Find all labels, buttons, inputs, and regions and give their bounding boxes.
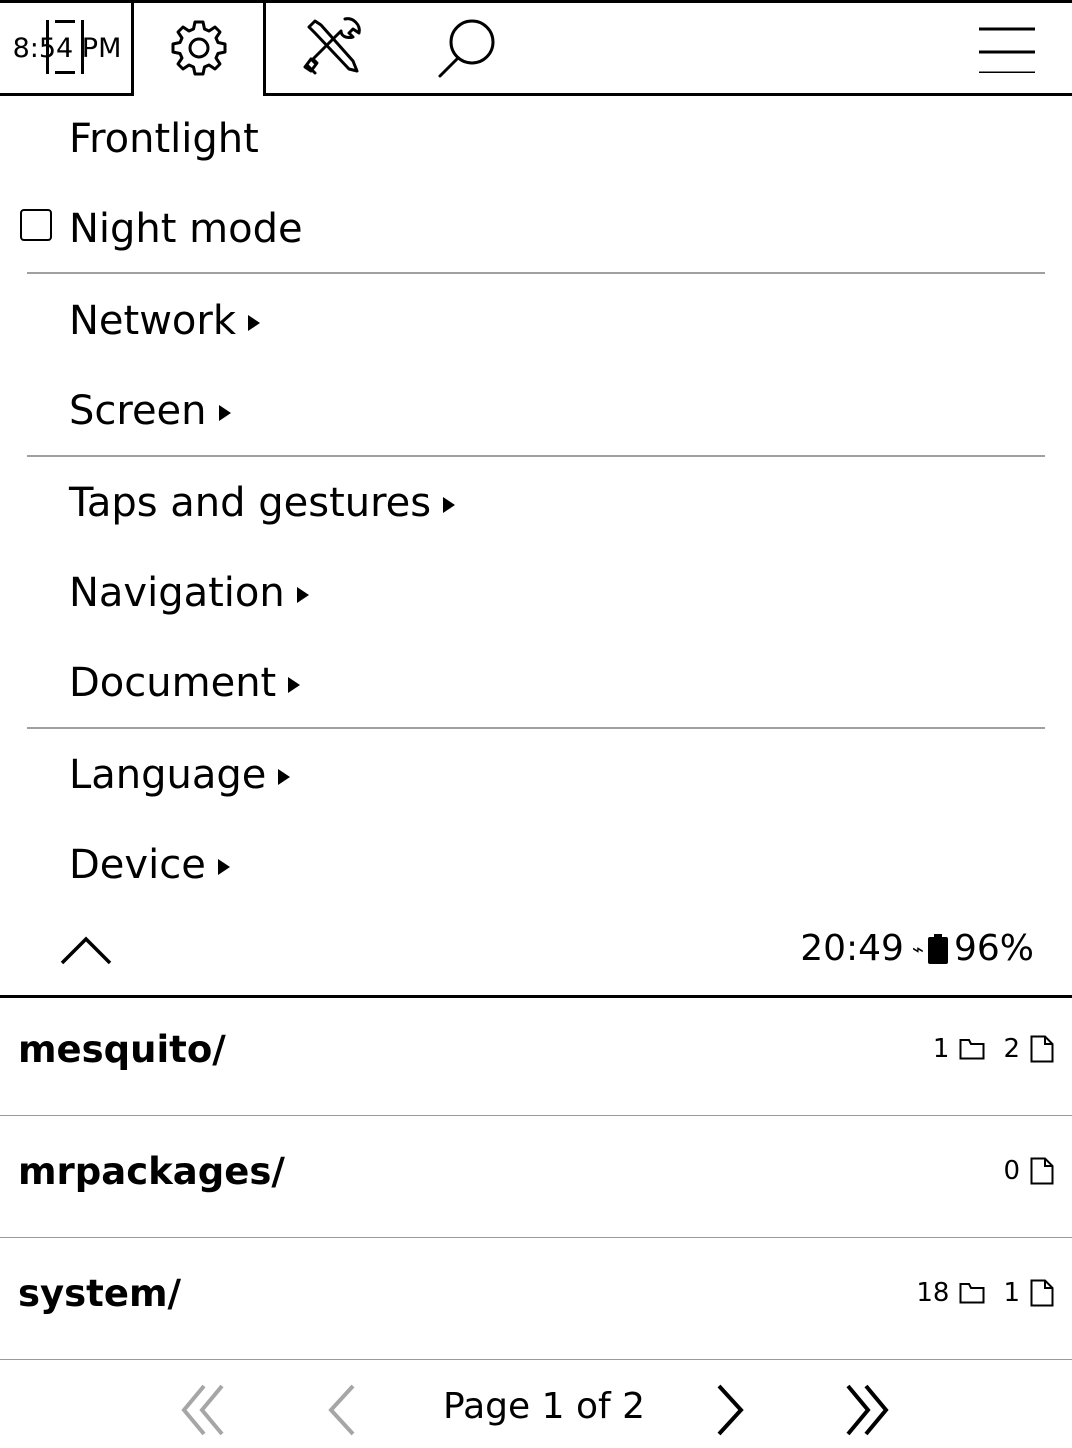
menu-item-label: Navigation [69,573,309,613]
battery-icon [927,933,948,964]
tab-settings[interactable] [134,3,263,93]
menu-item-navigation[interactable]: Navigation [0,548,1072,638]
folder-counts: 1 2 [933,1034,1054,1064]
chevron-left-icon [328,1384,355,1436]
language-label: Language [69,752,267,798]
folder-name: mesquito/ [18,1028,226,1071]
tab-search[interactable] [432,14,502,84]
menu-separator [27,272,1045,274]
menu-separator [27,727,1045,729]
last-page-button[interactable] [842,1380,894,1440]
menu-item-taps-and-gestures[interactable]: Taps and gestures [0,458,1072,548]
menu-item-network[interactable]: Network [0,276,1072,366]
menu-item-label: Device [69,845,230,885]
menu-item-frontlight[interactable]: Frontlight [0,94,1072,184]
list-item[interactable]: mrpackages/ 0 [0,1116,1072,1238]
hamburger-menu-icon [979,27,1035,73]
submenu-arrow-icon [217,859,230,875]
search-icon [438,19,495,78]
previous-page-button[interactable] [320,1380,360,1440]
menu-button[interactable] [970,18,1044,78]
row-divider [0,1359,1072,1360]
file-count: 1 [1003,1278,1020,1308]
submenu-arrow-icon [443,497,456,513]
tab-device-time[interactable]: 8:54 PM [0,0,134,96]
chevron-right-icon [717,1384,744,1436]
menu-item-label: Document [69,660,301,706]
file-icon [1030,1035,1054,1063]
menu-item-label: Night mode [69,209,303,249]
file-icon [1030,1157,1054,1185]
submenu-arrow-icon [248,315,261,331]
file-count: 2 [1003,1034,1020,1064]
file-icon [1030,1279,1054,1307]
menu-item-language[interactable]: Language [0,730,1072,820]
gear-icon [171,20,226,76]
menu-item-label: Screen [69,391,231,431]
menu-item-document[interactable]: Document [0,638,1072,728]
list-item[interactable]: mesquito/ 1 2 [0,994,1072,1116]
frontlight-label: Frontlight [69,116,259,162]
submenu-arrow-icon [288,677,301,693]
battery-level: 96% [953,928,1034,969]
chevron-double-right-icon [846,1384,889,1436]
folder-icon [959,1039,985,1060]
menu-footer: 20:49 ⌁ 96% [0,908,1072,994]
screen-label: Screen [69,388,207,434]
first-page-button[interactable] [176,1380,228,1440]
network-label: Network [69,298,237,344]
menu-item-label: Frontlight [69,119,259,159]
folder-name: mrpackages/ [18,1150,285,1193]
document-label: Document [69,660,277,706]
subfolder-count: 18 [916,1278,950,1308]
tab-divider-right [263,0,266,96]
submenu-arrow-icon [278,769,291,785]
folder-name: system/ [18,1272,182,1315]
folder-counts: 0 [1003,1156,1054,1186]
menu-item-screen[interactable]: Screen [0,366,1072,456]
folder-counts: 18 1 [916,1278,1054,1308]
chevron-up-icon [60,936,112,965]
file-count: 0 [1003,1156,1020,1186]
navigation-label: Navigation [69,570,285,616]
list-item[interactable]: system/ 18 1 [0,1238,1072,1360]
chevron-double-left-icon [181,1384,224,1436]
folder-icon [959,1283,985,1304]
page-indicator[interactable]: Page 1 of 2 [443,1386,645,1427]
pagination: Page 1 of 2 [0,1362,1072,1448]
status-clock: 20:49 [800,928,904,969]
status-indicator: 20:49 ⌁ 96% [800,928,1034,969]
menu-item-label: Network [69,298,261,344]
taps-and-gestures-label: Taps and gestures [69,480,432,526]
menu-item-device[interactable]: Device [0,820,1072,910]
charging-icon: ⌁ [911,936,924,961]
subfolder-count: 1 [932,1034,950,1064]
night-mode-label: Night mode [69,206,303,252]
collapse-menu-button[interactable] [56,928,116,972]
next-page-button[interactable] [712,1380,752,1440]
submenu-arrow-icon [218,405,231,421]
night-mode-checkbox[interactable] [20,209,52,241]
header-time: 8:54 PM [12,32,122,64]
device-label: Device [69,842,206,888]
submenu-arrow-icon [296,587,309,603]
menu-separator [27,455,1045,457]
tools-icon [303,17,361,75]
menu-item-night-mode[interactable]: Night mode [0,184,1072,274]
tab-tools[interactable] [298,10,368,80]
menu-item-label: Taps and gestures [69,480,456,526]
menu-item-label: Language [69,752,291,798]
